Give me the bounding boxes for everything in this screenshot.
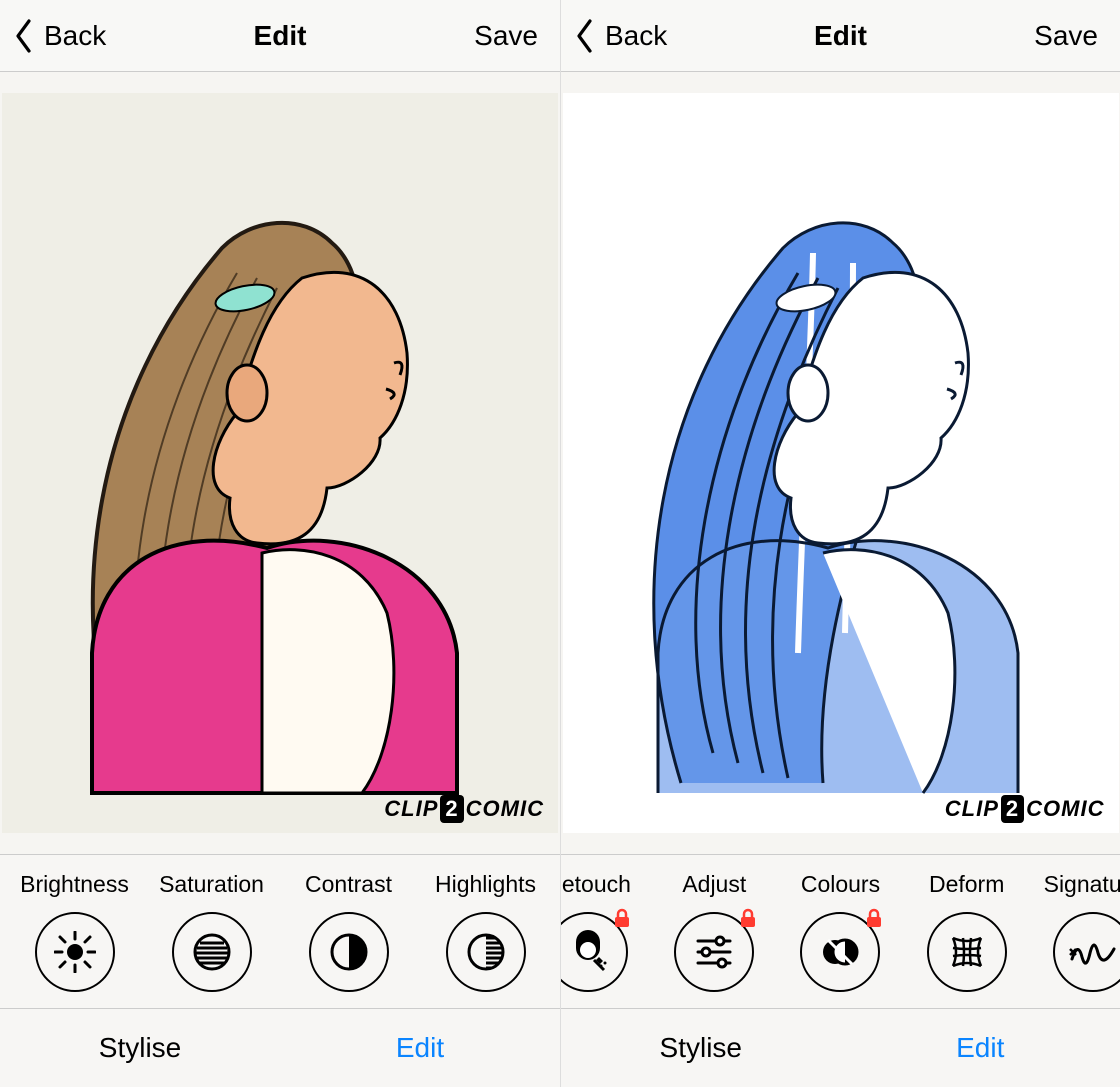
wm-part-b: 2: [1001, 795, 1024, 823]
right-pane: Back Edit Save: [560, 0, 1120, 1087]
tool-colours[interactable]: Colours: [785, 871, 895, 992]
adjust-icon: [692, 930, 736, 974]
edited-image: [2, 93, 558, 833]
edited-image: [563, 93, 1119, 833]
back-label: Back: [605, 20, 667, 52]
back-label: Back: [44, 20, 106, 52]
colours-icon: [818, 930, 862, 974]
contrast-icon: [328, 931, 370, 973]
tool-highlights[interactable]: Highlights: [431, 871, 541, 992]
tool-label: Highlights: [431, 871, 541, 898]
save-button[interactable]: Save: [936, 20, 1120, 52]
deform-icon: [945, 930, 989, 974]
chevron-left-icon: [14, 19, 34, 53]
tool-label: Colours: [785, 871, 895, 898]
wm-part-c: COMIC: [1026, 796, 1104, 822]
tool-brightness[interactable]: Brightness: [20, 871, 130, 992]
tool-label: Signature: [1038, 871, 1120, 898]
tool-label: Contrast: [294, 871, 404, 898]
chevron-left-icon: [575, 19, 595, 53]
saturation-icon: [191, 931, 233, 973]
retouch-icon: [566, 930, 610, 974]
signature-icon: [1068, 935, 1118, 969]
back-button[interactable]: Back: [0, 19, 185, 53]
top-nav-bar: Back Edit Save: [0, 0, 560, 72]
bottom-tabs: Stylise Edit: [0, 1009, 560, 1087]
tool-label: Saturation: [157, 871, 267, 898]
wm-part-c: COMIC: [466, 796, 544, 822]
lock-icon: [736, 906, 760, 930]
tool-deform[interactable]: Deform: [912, 871, 1022, 992]
watermark: CLIP 2 COMIC: [384, 795, 544, 823]
tool-label: Brightness: [20, 871, 130, 898]
tab-stylise[interactable]: Stylise: [561, 1009, 841, 1087]
left-pane: Back Edit Save: [0, 0, 560, 1087]
tool-label: Deform: [912, 871, 1022, 898]
lock-icon: [862, 906, 886, 930]
tool-label: Retouch: [561, 871, 643, 898]
lock-icon: [1115, 906, 1120, 930]
tool-signature[interactable]: Signature: [1038, 871, 1120, 992]
wm-part-b: 2: [440, 795, 463, 823]
tool-row: Brightness Saturation: [0, 854, 560, 1009]
page-title: Edit: [745, 20, 935, 52]
bottom-tabs: Stylise Edit: [561, 1009, 1120, 1087]
lock-icon: [610, 906, 634, 930]
brightness-icon: [54, 931, 96, 973]
tab-edit[interactable]: Edit: [280, 1009, 560, 1087]
tool-retouch[interactable]: Retouch: [561, 871, 643, 992]
wm-part-a: CLIP: [945, 796, 999, 822]
tab-edit[interactable]: Edit: [841, 1009, 1120, 1087]
tool-adjust[interactable]: Adjust: [659, 871, 769, 992]
image-canvas-area[interactable]: CLIP 2 COMIC: [0, 72, 560, 854]
tool-saturation[interactable]: Saturation: [157, 871, 267, 992]
wm-part-a: CLIP: [384, 796, 438, 822]
tab-stylise[interactable]: Stylise: [0, 1009, 280, 1087]
watermark: CLIP 2 COMIC: [945, 795, 1105, 823]
highlights-icon: [465, 931, 507, 973]
image-canvas-area[interactable]: CLIP 2 COMIC: [561, 72, 1120, 854]
top-nav-bar: Back Edit Save: [561, 0, 1120, 72]
tool-row: Retouch Adjust: [561, 854, 1120, 1009]
tool-contrast[interactable]: Contrast: [294, 871, 404, 992]
back-button[interactable]: Back: [561, 19, 745, 53]
save-button[interactable]: Save: [375, 20, 560, 52]
page-title: Edit: [185, 20, 375, 52]
tool-label: Adjust: [659, 871, 769, 898]
